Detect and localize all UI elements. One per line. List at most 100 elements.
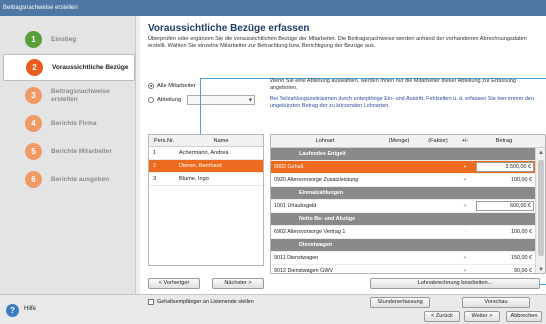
radio-label: Abteilung [157, 97, 182, 103]
checkbox-icon [148, 299, 154, 305]
step-number-icon: 1 [25, 31, 42, 48]
lohnart-label: 0920 Altersvorsorge Zusatzleistung [274, 177, 359, 183]
preview-button[interactable]: Vorschau [462, 297, 530, 308]
column-header-nr[interactable]: Pers.Nr. [149, 135, 179, 146]
radio-label: Alle Mitarbeiter [157, 83, 196, 89]
employee-nr: 3 [153, 176, 157, 182]
lohnart-label: 9012 Dienstwagen GWV [274, 268, 334, 274]
radio-selected-icon [148, 83, 154, 89]
step-berichte-mitarbeiter[interactable]: 5 Berichte Mitarbeiter [3, 138, 135, 165]
lohnart-label: 6902 Altersvorsorge Vertrag 1 [274, 229, 346, 235]
scroll-thumb[interactable] [538, 160, 544, 256]
pay-table-scrollbar[interactable]: ▲ ▼ [535, 148, 545, 273]
lohnart-label: 9011 Dienstwagen [274, 255, 319, 261]
column-header-faktor[interactable]: (Faktor) [419, 135, 457, 147]
salary-last-checkbox[interactable]: Gehaltsempfänger an Listenende stellen [148, 299, 254, 305]
section-label: Einmalzahlungen [299, 190, 344, 196]
pay-row-selected[interactable]: 0002 Gehalt + 3.500,00 € [271, 161, 545, 174]
sign-value: + [463, 268, 467, 274]
amount-value: 150,00 € [511, 255, 532, 261]
employee-row[interactable]: 1 Achermann, Andrea [149, 147, 263, 160]
step-label: Einstieg [51, 35, 77, 43]
info-partial-period: Bei Teilzahlungszeiträumen durch unterjä… [270, 96, 535, 109]
employee-name: Blume, Ingo [179, 176, 209, 182]
pay-section-header: Dienstwagen [271, 239, 545, 252]
employee-table-header: Pers.Nr. Name [149, 135, 263, 147]
column-header-name[interactable]: Name [179, 135, 263, 146]
time-entry-button[interactable]: Stundenerfassung [370, 297, 430, 308]
pay-items-table: Lohnart (Menge) (Faktor) +/- Betrag Lauf… [270, 134, 546, 274]
amount-input[interactable]: 3.500,00 € [476, 162, 534, 172]
amount-value: 100,00 € [511, 229, 532, 235]
step-voraussichtliche-bezuege[interactable]: 2 Voraussichtliche Bezüge [3, 54, 135, 81]
step-label: Berichte Mitarbeiter [51, 147, 113, 155]
edit-payroll-button[interactable]: Lohnabrechnung bearbeiten... [370, 278, 540, 289]
step-einstieg[interactable]: 1 Einstieg [3, 26, 135, 53]
employee-nr: 1 [153, 150, 157, 156]
sign-value: - [464, 229, 466, 235]
step-number-icon: 6 [25, 171, 42, 188]
info-department: Wenn Sie eine Abteilung auswählen, werde… [270, 78, 517, 91]
scroll-up-icon[interactable]: ▲ [536, 148, 545, 158]
pay-row[interactable]: 9011 Dienstwagen + 150,00 € [271, 252, 545, 265]
step-number-icon: 2 [26, 59, 43, 76]
help-label[interactable]: Hilfe [24, 306, 36, 312]
step-label: Beitragsnachweise erstellen [51, 87, 110, 103]
step-number-icon: 3 [25, 87, 42, 104]
step-label: Berichte ausgeben [51, 175, 110, 183]
page-intro: Überprüfen oder ergänzen Sie die vorauss… [148, 36, 527, 50]
sign-value: + [463, 164, 467, 170]
step-label: Voraussichtliche Bezüge [52, 63, 129, 71]
sign-value: + [463, 203, 467, 209]
previous-employee-button[interactable]: < Vorheriger [148, 278, 200, 289]
lohnart-label: 0002 Gehalt [274, 164, 304, 170]
employee-row[interactable]: 3 Blume, Ingo [149, 173, 263, 186]
window-titlebar: Beitragsnachweise erstellen [0, 0, 546, 16]
sign-value: + [463, 177, 467, 183]
cancel-button[interactable]: Abbrechen [506, 311, 542, 322]
amount-value: 90,00 € [514, 268, 532, 274]
forward-button[interactable]: Weiter > [464, 311, 500, 322]
next-employee-button[interactable]: Nächster > [212, 278, 264, 289]
step-number-icon: 4 [25, 115, 42, 132]
checkbox-label: Gehaltsempfänger an Listenende stellen [157, 299, 254, 305]
amount-value: 100,00 € [511, 177, 532, 183]
amount-input[interactable]: 600,00 € [476, 201, 534, 211]
employee-row-selected[interactable]: 2 Dieren, Bernhard [149, 160, 263, 173]
radio-all-employees[interactable]: Alle Mitarbeiter [148, 83, 196, 89]
page-title: Voraussichtliche Bezüge erfassen [148, 23, 310, 34]
lohnart-label: 1001 Urlaubsgeld [274, 203, 317, 209]
department-dropdown[interactable] [187, 95, 256, 105]
pay-row[interactable]: 0920 Altersvorsorge Zusatzleistung + 100… [271, 174, 545, 187]
step-berichte-ausgeben[interactable]: 6 Berichte ausgeben [3, 166, 135, 193]
pay-row[interactable]: 1001 Urlaubsgeld + 600,00 € [271, 200, 545, 213]
pay-row[interactable]: 9012 Dienstwagen GWV + 90,00 € [271, 265, 545, 274]
pay-section-header: Netto Be- und Abzüge [271, 213, 545, 226]
main-panel: Voraussichtliche Bezüge erfassen Überprü… [140, 16, 546, 294]
pay-row[interactable]: 6902 Altersvorsorge Vertrag 1 - 100,00 € [271, 226, 545, 239]
section-label: Dienstwagen [299, 242, 333, 248]
employee-name: Achermann, Andrea [179, 150, 229, 156]
pay-section-header: Einmalzahlungen [271, 187, 545, 200]
section-label: Netto Be- und Abzüge [299, 216, 356, 222]
employee-name: Dieren, Bernhard [179, 163, 222, 169]
step-label: Berichte Firma [51, 119, 97, 127]
wizard-footer: ? Hilfe Gehaltsempfänger an Listenende s… [0, 294, 546, 324]
radio-icon [148, 97, 154, 103]
column-header-sign[interactable]: +/- [457, 135, 473, 147]
sign-value: + [463, 255, 467, 261]
step-berichte-firma[interactable]: 4 Berichte Firma [3, 110, 135, 137]
scroll-down-icon[interactable]: ▼ [536, 265, 545, 273]
step-beitragsnachweise[interactable]: 3 Beitragsnachweise erstellen [3, 82, 135, 109]
column-header-betrag[interactable]: Betrag [473, 135, 535, 147]
column-header-lohnart[interactable]: Lohnart [271, 135, 379, 147]
radio-department[interactable]: Abteilung [148, 95, 256, 105]
help-icon[interactable]: ? [6, 304, 19, 317]
wizard-window: 1 Einstieg 2 Voraussichtliche Bezüge 3 B… [0, 16, 546, 324]
pay-table-header: Lohnart (Menge) (Faktor) +/- Betrag [271, 135, 545, 148]
employee-nr: 2 [153, 163, 157, 169]
column-header-menge[interactable]: (Menge) [379, 135, 419, 147]
step-number-icon: 5 [25, 143, 42, 160]
back-button[interactable]: < Zurück [424, 311, 460, 322]
callout-line [200, 78, 201, 136]
